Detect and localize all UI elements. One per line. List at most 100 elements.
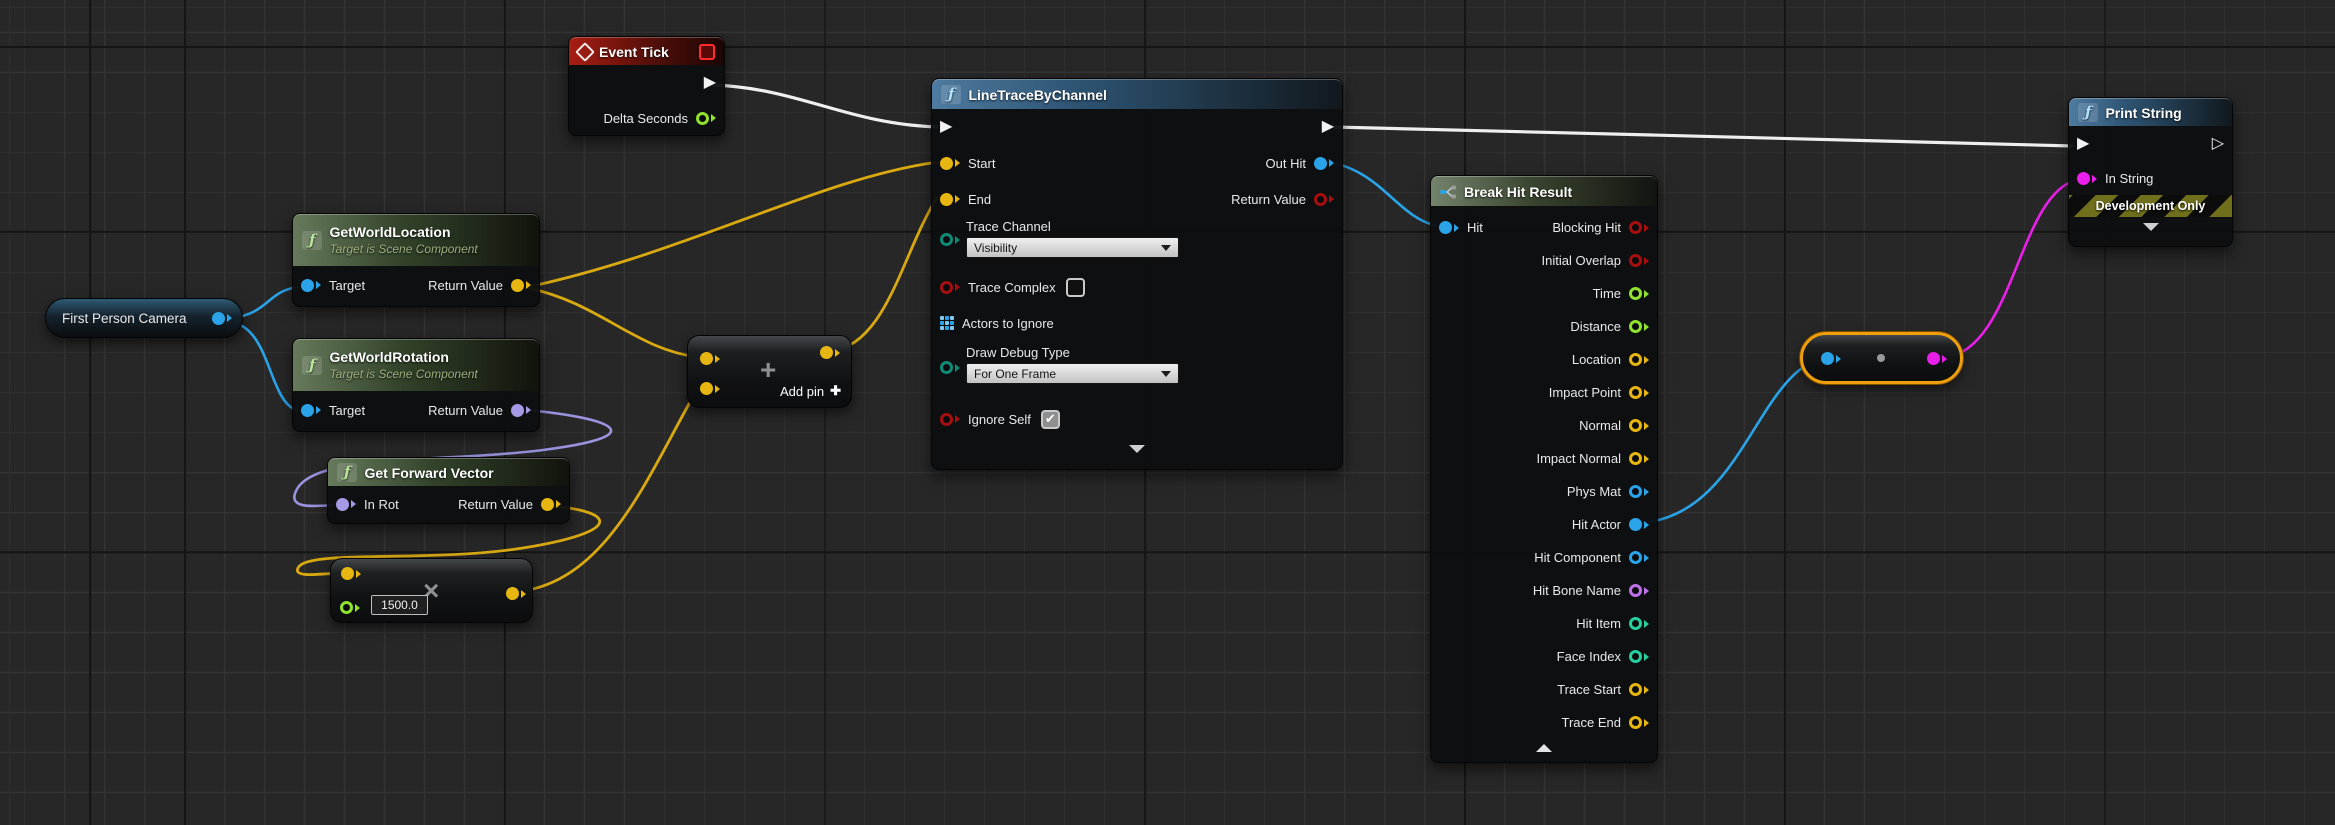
multiply-input-b-pin[interactable] (340, 601, 360, 614)
out-hit-label: Out Hit (1265, 155, 1306, 171)
node-linetracebychannel[interactable]: ƒ LineTraceByChannel ▶ ▶ Start Out Hit E… (931, 78, 1343, 470)
linetrace-header[interactable]: ƒ LineTraceByChannel (932, 79, 1342, 109)
trace-complex-pin[interactable] (940, 280, 960, 294)
wire-exec-linetrace-to-printstring[interactable] (1332, 125, 2074, 148)
wire-worldlocation-to-add[interactable] (527, 286, 699, 359)
getworldlocation-title: GetWorldLocation (329, 224, 451, 241)
ignore-self-checkbox[interactable]: ✔ (1040, 409, 1060, 429)
initial-overlap-pin[interactable] (1629, 254, 1649, 267)
blueprint-graph-canvas[interactable]: Event Tick ▶ Delta Seconds First Person … (0, 0, 2335, 825)
node-first-person-camera[interactable]: First Person Camera (45, 298, 243, 338)
distance-label: Distance (1570, 319, 1621, 334)
delta-seconds-pin[interactable] (696, 111, 716, 125)
exec-out-pin[interactable]: ▶ (704, 75, 716, 91)
conversion-output-pin[interactable] (1927, 352, 1947, 365)
face-index-pin[interactable] (1629, 650, 1649, 663)
getworldrotation-title: GetWorldRotation (329, 349, 449, 366)
get-forward-vector-header[interactable]: ƒ Get Forward Vector (328, 458, 569, 486)
blocking-hit-pin[interactable] (1629, 221, 1649, 234)
node-getworldrotation[interactable]: ƒ GetWorldRotation Target is Scene Compo… (292, 338, 540, 432)
add-pin-plus-icon: ✚ (830, 383, 841, 398)
distance-pin[interactable] (1629, 320, 1649, 333)
wire-conversion-to-instring[interactable] (1943, 178, 2077, 360)
time-pin[interactable] (1629, 287, 1649, 300)
wire-hitactor-to-conversion[interactable] (1639, 356, 1823, 525)
expand-pins-button[interactable] (932, 439, 1342, 459)
node-break-hit-result[interactable]: Break Hit Result Hit Blocking Hit Initia… (1430, 175, 1658, 763)
collapse-pins-button[interactable] (1431, 739, 1657, 757)
draw-debug-type-dropdown[interactable]: For One Frame (966, 363, 1179, 384)
location-label: Location (1571, 352, 1621, 367)
ignore-self-pin[interactable] (940, 412, 960, 426)
hit-actor-pin[interactable] (1629, 518, 1649, 531)
event-tick-header[interactable]: Event Tick (569, 37, 724, 65)
node-to-string-conversion-selected[interactable] (1800, 332, 1963, 384)
getworldlocation-header[interactable]: ƒ GetWorldLocation Target is Scene Compo… (293, 214, 539, 266)
return-value-pin[interactable] (511, 403, 531, 417)
development-only-label: Development Only (2095, 199, 2206, 213)
ignore-self-label: Ignore Self (968, 411, 1031, 427)
hit-item-pin[interactable] (1629, 617, 1649, 630)
camera-output-pin[interactable] (212, 311, 232, 325)
exec-in-pin[interactable]: ▶ (940, 119, 952, 135)
node-print-string[interactable]: ƒ Print String ▶ ▷ In String Development… (2068, 97, 2233, 247)
trace-start-pin[interactable] (1629, 683, 1649, 696)
multiply-output-pin[interactable] (506, 587, 526, 600)
array-pin-icon[interactable] (940, 316, 954, 330)
trace-channel-label: Trace Channel (966, 219, 1051, 234)
add-output-pin[interactable] (820, 346, 840, 359)
node-getworldlocation[interactable]: ƒ GetWorldLocation Target is Scene Compo… (292, 213, 540, 307)
node-get-forward-vector[interactable]: ƒ Get Forward Vector In Rot Return Value (327, 457, 570, 524)
node-event-tick[interactable]: Event Tick ▶ Delta Seconds (568, 36, 725, 136)
getworldrotation-header[interactable]: ƒ GetWorldRotation Target is Scene Compo… (293, 339, 539, 391)
print-string-header[interactable]: ƒ Print String (2069, 98, 2232, 126)
exec-out-pin[interactable]: ▶ (1322, 119, 1334, 135)
exec-out-pin[interactable]: ▷ (2212, 136, 2224, 152)
node-add[interactable]: + Add pin ✚ (687, 335, 852, 408)
location-pin[interactable] (1629, 353, 1649, 366)
return-value-pin[interactable] (541, 497, 561, 511)
return-value-pin[interactable] (511, 278, 531, 292)
in-string-pin[interactable] (2077, 172, 2097, 185)
impact-point-pin[interactable] (1629, 386, 1649, 399)
add-pin-button[interactable]: Add pin ✚ (780, 383, 841, 399)
add-input-a-pin[interactable] (700, 352, 720, 365)
conversion-input-pin[interactable] (1821, 352, 1841, 365)
wire-camera-to-getworldrotation[interactable] (231, 320, 300, 413)
multiply-value-field[interactable]: 1500.0 (371, 595, 428, 615)
multiply-input-a-pin[interactable] (341, 567, 361, 580)
trace-complex-checkbox[interactable] (1065, 277, 1085, 297)
trace-channel-dropdown[interactable]: Visibility (966, 237, 1179, 258)
expand-down-icon (1129, 445, 1145, 453)
trace-channel-pin[interactable] (940, 233, 960, 246)
hit-bone-name-label: Hit Bone Name (1532, 583, 1621, 598)
draw-debug-type-label: Draw Debug Type (966, 345, 1070, 360)
target-pin[interactable] (301, 403, 321, 417)
trace-end-pin[interactable] (1629, 716, 1649, 729)
expand-pins-button[interactable] (2069, 217, 2232, 237)
hit-bone-name-pin[interactable] (1629, 584, 1649, 597)
start-pin[interactable] (940, 156, 960, 170)
draw-debug-type-pin[interactable] (940, 361, 960, 374)
hit-component-pin[interactable] (1629, 551, 1649, 564)
function-icon: ƒ (941, 85, 962, 104)
add-input-b-pin[interactable] (700, 382, 720, 395)
wire-exec-eventtick-to-linetrace[interactable] (711, 83, 939, 129)
return-value-pin[interactable] (1314, 192, 1334, 206)
target-label: Target (329, 402, 366, 418)
target-pin[interactable] (301, 278, 321, 292)
out-hit-pin[interactable] (1314, 156, 1334, 170)
phys-mat-pin[interactable] (1629, 485, 1649, 498)
in-rot-pin[interactable] (336, 497, 356, 511)
break-hit-result-header[interactable]: Break Hit Result (1431, 176, 1657, 206)
normal-pin[interactable] (1629, 419, 1649, 432)
wire-add-to-trace-end[interactable] (829, 195, 940, 354)
end-pin[interactable] (940, 192, 960, 206)
exec-in-pin[interactable]: ▶ (2077, 136, 2089, 152)
wire-worldlocation-to-trace-start[interactable] (527, 160, 939, 289)
hit-input-pin[interactable] (1439, 221, 1459, 234)
return-value-label: Return Value (428, 277, 503, 293)
draw-debug-type-value: For One Frame (974, 366, 1057, 381)
node-multiply[interactable]: × 1500.0 (330, 558, 533, 623)
impact-normal-pin[interactable] (1629, 452, 1649, 465)
